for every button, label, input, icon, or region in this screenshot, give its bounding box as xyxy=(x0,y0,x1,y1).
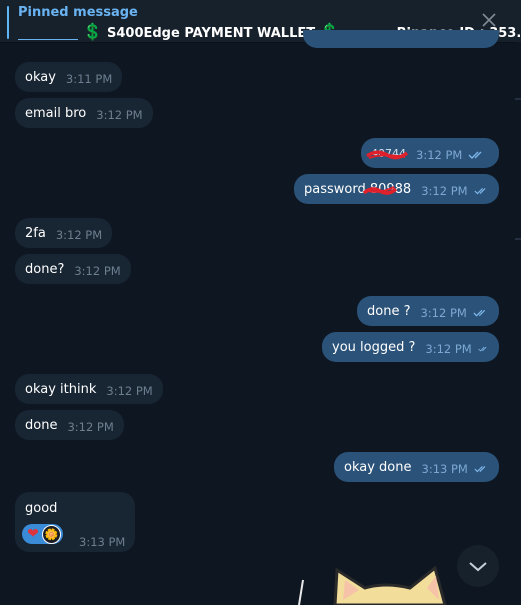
message-text-redacted: 40744 xyxy=(365,147,409,160)
message-time: 3:12 PM xyxy=(67,420,114,434)
message-time: 3:11 PM xyxy=(65,72,113,86)
chevron-down-icon xyxy=(469,562,487,572)
scroll-marker xyxy=(515,98,521,100)
message-bubble[interactable]: good ❤ 🌼 3:13 PM xyxy=(15,492,135,552)
pinned-accent-bar xyxy=(7,6,9,39)
message-time: 3:12 PM xyxy=(96,108,143,122)
double-check-icon xyxy=(473,309,485,317)
message-time: 3:12 PM xyxy=(425,342,472,356)
pinned-title: Pinned message xyxy=(18,5,138,20)
pinned-wallet-text: S400Edge PAYMENT WALLET xyxy=(106,26,316,41)
message-time: 3:12 PM xyxy=(420,306,467,320)
avatar: 🌼 xyxy=(42,524,61,544)
double-check-icon xyxy=(468,151,482,159)
double-check-icon xyxy=(478,346,487,352)
scroll-down-button[interactable] xyxy=(457,545,499,587)
message-text: done? xyxy=(25,261,65,277)
dollar-icon: 💲 xyxy=(82,22,103,41)
message-text: okay xyxy=(25,69,56,85)
message-text: 2fa xyxy=(25,225,46,241)
chat-scrollbar[interactable] xyxy=(515,42,521,605)
scroll-marker xyxy=(515,238,521,240)
redaction-scribble xyxy=(362,185,398,195)
message-text: email bro xyxy=(25,105,87,121)
redaction-scribble xyxy=(365,150,409,159)
message-bubble-partial[interactable] xyxy=(303,30,499,48)
message-bubble[interactable]: okay 3:11 PM xyxy=(15,62,123,92)
message-bubble[interactable]: 2fa 3:12 PM xyxy=(15,218,113,248)
underline-gap xyxy=(18,28,78,40)
double-check-icon xyxy=(474,466,486,473)
double-check-icon xyxy=(473,188,486,195)
message-time: 3:12 PM xyxy=(55,228,103,242)
cat-sticker[interactable] xyxy=(295,560,475,605)
message-time: 3:12 PM xyxy=(416,148,463,162)
message-time: 3:13 PM xyxy=(421,462,468,476)
message-bubble[interactable]: done? 3:12 PM xyxy=(15,254,131,284)
close-icon[interactable] xyxy=(479,10,499,30)
message-text: you logged ? xyxy=(332,339,416,355)
message-bubble[interactable]: done 3:12 PM xyxy=(15,410,124,440)
message-bubble[interactable]: 40744 3:12 PM xyxy=(361,138,499,168)
message-time: 3:12 PM xyxy=(106,384,153,398)
message-text: good xyxy=(25,501,58,516)
message-bubble[interactable]: okay ithink 3:12 PM xyxy=(15,374,163,404)
message-time: 3:12 PM xyxy=(74,264,121,278)
message-bubble[interactable]: you logged ? 3:12 PM xyxy=(322,332,499,362)
message-text: done ? xyxy=(367,303,411,319)
message-time: 3:12 PM xyxy=(421,184,468,198)
message-text: done xyxy=(25,417,58,433)
message-bubble[interactable]: okay done 3:13 PM xyxy=(334,452,499,482)
reaction-pill[interactable]: ❤ 🌼 xyxy=(22,524,63,544)
message-time: 3:13 PM xyxy=(79,535,126,549)
message-text: okay ithink xyxy=(25,381,97,397)
message-bubble[interactable]: email bro 3:12 PM xyxy=(15,98,153,128)
message-bubble[interactable]: done ? 3:12 PM xyxy=(357,296,499,326)
heart-icon: ❤ xyxy=(27,526,39,542)
message-text: okay done xyxy=(344,459,412,475)
message-text-redacted: password 80988 xyxy=(304,182,411,197)
message-bubble[interactable]: password 80988 3:12 PM xyxy=(294,174,499,204)
